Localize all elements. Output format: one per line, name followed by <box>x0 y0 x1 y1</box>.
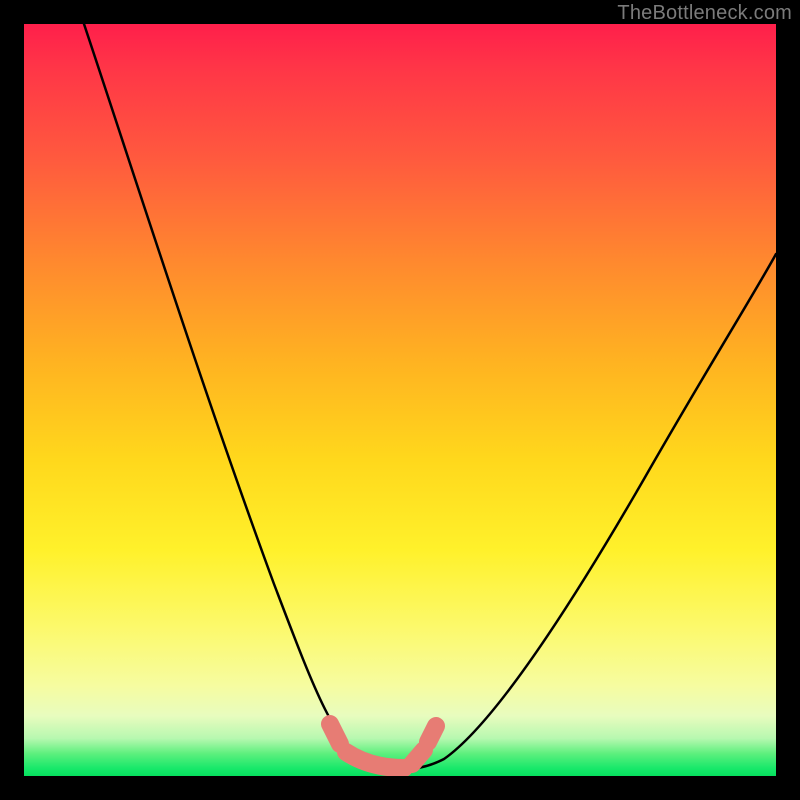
plot-area <box>24 24 776 776</box>
bottleneck-curve <box>84 24 776 769</box>
curve-layer <box>24 24 776 776</box>
watermark-text: TheBottleneck.com <box>617 2 792 25</box>
chart-frame: TheBottleneck.com <box>0 0 800 800</box>
optimal-range-marker <box>330 724 436 768</box>
